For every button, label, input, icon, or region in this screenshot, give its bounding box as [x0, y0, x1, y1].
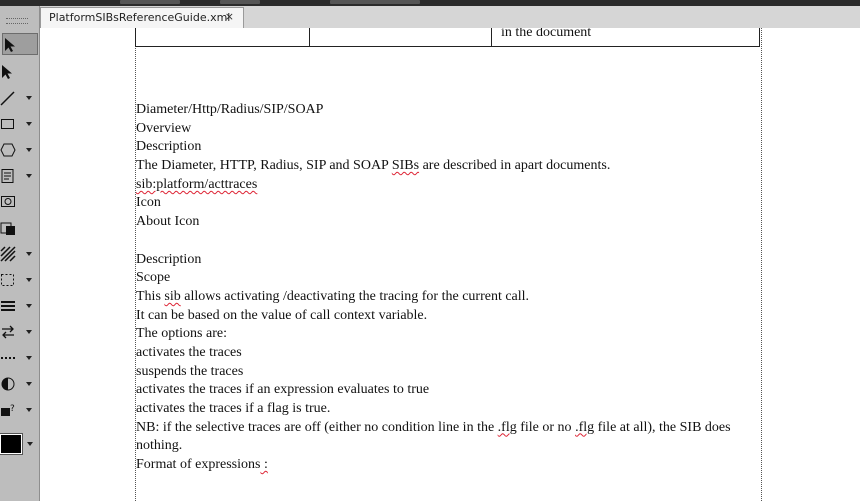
empty-paragraph — [136, 232, 758, 251]
paragraph[interactable]: suspends the traces — [136, 363, 758, 382]
polygon-icon — [0, 142, 16, 158]
select-icon — [3, 37, 19, 53]
right-margin-guide — [761, 28, 762, 501]
rectangle-tool[interactable] — [0, 113, 38, 135]
strip-control — [330, 0, 420, 4]
help-link-icon: ? — [0, 402, 16, 418]
direct-select-icon — [0, 64, 16, 80]
paragraph[interactable]: sib:platform/acttraces — [136, 176, 758, 195]
select-tool[interactable] — [2, 33, 38, 55]
line-icon — [0, 90, 16, 106]
paragraph[interactable]: activates the traces if an expression ev… — [136, 381, 758, 400]
svg-text:?: ? — [10, 404, 15, 414]
chevron-down-icon[interactable] — [26, 96, 32, 100]
contrast-tool[interactable] — [0, 373, 38, 395]
spelling-flagged-word: SIBs — [391, 158, 420, 174]
marquee-icon — [0, 272, 16, 288]
polygon-tool[interactable] — [0, 139, 38, 161]
paragraph[interactable]: Description — [136, 138, 758, 157]
spelling-flagged-word: sib — [164, 288, 181, 304]
paragraph[interactable]: Diameter/Http/Radius/SIP/SOAP — [136, 101, 758, 120]
paragraph[interactable]: Scope — [136, 269, 758, 288]
spelling-flagged-word: : — [260, 457, 268, 473]
hatch-fill-tool[interactable] — [0, 243, 38, 265]
chevron-down-icon[interactable] — [27, 442, 33, 446]
document-table: in the document — [135, 28, 760, 47]
dotted-line-icon — [0, 350, 16, 366]
paragraph[interactable]: The Diameter, HTTP, Radius, SIP and SOAP… — [136, 157, 758, 176]
text-run: NB: if the selective traces are off (eit… — [136, 419, 498, 435]
spelling-flagged-word: .flg — [497, 419, 517, 435]
document-body[interactable]: Diameter/Http/Radius/SIP/SOAP Overview Des… — [136, 101, 758, 475]
table-cell-text[interactable]: in the document — [501, 28, 591, 41]
strip-control — [220, 0, 260, 4]
chevron-down-icon[interactable] — [26, 122, 32, 126]
close-icon[interactable]: × — [225, 10, 234, 23]
dotted-line-tool[interactable] — [0, 347, 38, 369]
help-link-tool[interactable]: ? — [0, 399, 38, 421]
document-canvas[interactable]: in the document Diameter/Http/Radius/SIP… — [40, 28, 860, 501]
swap-icon — [0, 324, 16, 340]
text-frame-tool[interactable] — [0, 165, 38, 187]
paragraph[interactable]: Icon — [136, 194, 758, 213]
tab-bar: PlatformSIBsReferenceGuide.xml × — [40, 6, 860, 28]
paragraph[interactable]: activates the traces — [136, 344, 758, 363]
text-run: Format of expressions — [136, 457, 261, 473]
spelling-flagged-word: sib:platform/acttraces — [136, 176, 258, 192]
panel-grip[interactable] — [6, 18, 28, 24]
spelling-flagged-word: .flg — [575, 419, 595, 435]
paragraph[interactable]: About Icon — [136, 213, 758, 232]
chevron-down-icon[interactable] — [26, 252, 32, 256]
hatch-fill-icon — [0, 246, 16, 262]
marquee-tool[interactable] — [0, 269, 38, 291]
direct-select-tool[interactable] — [0, 61, 38, 83]
chevron-down-icon[interactable] — [26, 330, 32, 334]
align-icon — [0, 298, 16, 314]
table-tool[interactable] — [0, 217, 38, 239]
rectangle-icon — [0, 116, 16, 132]
paragraph[interactable]: activates the traces if a flag is true. — [136, 400, 758, 419]
image-frame-icon — [0, 194, 16, 210]
paragraph[interactable]: This sib allows activating /deactivating… — [136, 288, 758, 307]
chevron-down-icon[interactable] — [26, 382, 32, 386]
chevron-down-icon[interactable] — [26, 304, 32, 308]
swap-tool[interactable] — [0, 321, 38, 343]
text-run: allows activating /deactivating the trac… — [180, 288, 530, 304]
chevron-down-icon[interactable] — [26, 278, 32, 282]
document-tab[interactable]: PlatformSIBsReferenceGuide.xml × — [40, 7, 244, 28]
document-tab-label: PlatformSIBsReferenceGuide.xml — [49, 11, 231, 24]
stroke-color-swatch[interactable] — [0, 433, 23, 455]
table-column-divider — [491, 28, 492, 46]
align-tool[interactable] — [0, 295, 38, 317]
paragraph[interactable]: The options are: — [136, 325, 758, 344]
paragraph[interactable]: Overview — [136, 120, 758, 139]
text-frame-icon — [0, 168, 16, 184]
paragraph[interactable]: NB: if the selective traces are off (eit… — [136, 419, 758, 456]
line-tool[interactable] — [0, 87, 38, 109]
text-run: The Diameter, HTTP, Radius, SIP and SOAP — [136, 158, 392, 174]
image-frame-tool[interactable] — [0, 191, 38, 213]
table-column-divider — [309, 28, 310, 46]
chevron-down-icon[interactable] — [26, 174, 32, 178]
text-run: This — [136, 288, 165, 304]
contrast-icon — [0, 376, 16, 392]
tools-panel: ? — [0, 6, 40, 501]
paragraph[interactable]: Description — [136, 251, 758, 270]
strip-control — [120, 0, 180, 4]
text-run: are described in apart documents. — [419, 158, 611, 174]
paragraph[interactable]: It can be based on the value of call con… — [136, 307, 758, 326]
chevron-down-icon[interactable] — [26, 356, 32, 360]
text-run: file or no — [516, 419, 576, 435]
table-icon — [0, 220, 16, 236]
chevron-down-icon[interactable] — [26, 408, 32, 412]
paragraph[interactable]: Format of expressions : — [136, 456, 758, 475]
chevron-down-icon[interactable] — [26, 148, 32, 152]
